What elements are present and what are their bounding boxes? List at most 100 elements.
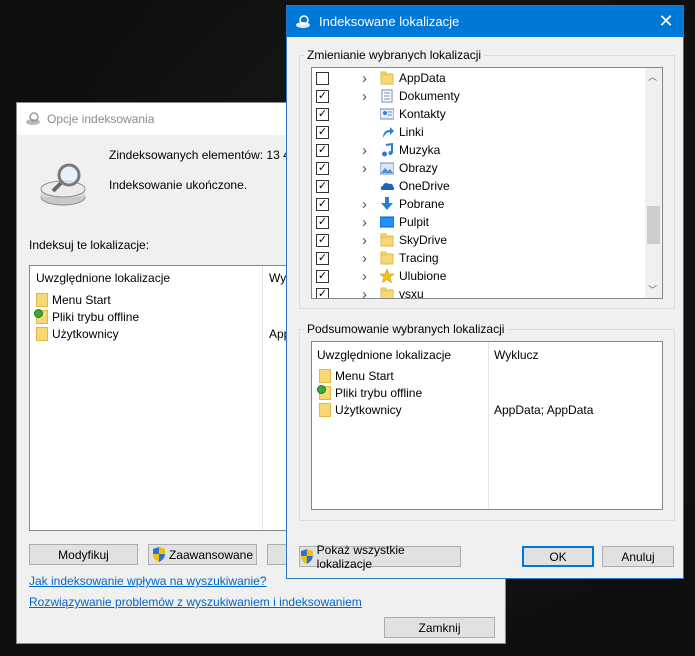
tree-item-label: Pobrane xyxy=(399,197,445,211)
checkbox[interactable]: ✓ xyxy=(316,251,329,265)
checkbox[interactable]: ✓ xyxy=(316,89,329,103)
tree-item-label: Tracing xyxy=(399,251,439,265)
tree-item-label: Kontakty xyxy=(399,107,446,121)
folder-icon xyxy=(380,71,394,85)
folder-icon xyxy=(319,368,331,383)
music-icon xyxy=(382,143,393,157)
tree-item[interactable]: ✓ › vsxu xyxy=(312,285,646,299)
tree-scrollbar[interactable]: ︿ ﹀ xyxy=(645,68,662,298)
locations-tree[interactable]: › AppData ✓ › Dokumenty ✓ Kontakty ✓ Linki ✓ › Muzy… xyxy=(311,67,663,299)
indexing-options-title: Opcje indeksowania xyxy=(47,112,155,126)
cancel-button[interactable]: Anuluj xyxy=(602,546,674,567)
tree-item[interactable]: ✓ › Obrazy xyxy=(312,159,646,177)
documents-icon xyxy=(381,89,393,103)
offline-files-icon xyxy=(317,384,331,400)
indexed-locations-titlebar[interactable]: Indeksowane lokalizacje ✕ xyxy=(287,6,683,37)
chevron-right-icon[interactable]: › xyxy=(362,232,372,249)
hidden-button-edge[interactable] xyxy=(267,544,287,565)
included-column-header[interactable]: Uwzględnione lokalizacje xyxy=(36,271,170,285)
change-locations-group-label: Zmienianie wybranych lokalizacji xyxy=(304,48,485,62)
list-item-label: Menu Start xyxy=(335,368,394,383)
list-item[interactable]: Użytkownicy xyxy=(36,325,119,342)
folder-icon xyxy=(380,233,394,247)
offline-files-icon xyxy=(34,308,48,324)
chevron-right-icon[interactable]: › xyxy=(362,286,372,299)
chevron-right-icon[interactable]: › xyxy=(362,88,372,105)
indexing-icon xyxy=(26,112,40,125)
tree-item-label: Obrazy xyxy=(399,161,438,175)
tree-item[interactable]: ✓ › Pulpit xyxy=(312,213,646,231)
summary-included-header[interactable]: Uwzględnione lokalizacje xyxy=(317,348,451,362)
links-icon xyxy=(383,127,394,138)
show-all-locations-label: Pokaż wszystkie lokalizacje xyxy=(316,542,405,571)
chevron-right-icon[interactable]: › xyxy=(362,70,372,87)
advanced-button-label: Zaawansowane xyxy=(168,547,254,562)
summary-group-label: Podsumowanie wybranych lokalizacji xyxy=(304,322,508,336)
tree-item[interactable]: ✓ Linki xyxy=(312,123,646,141)
contacts-icon xyxy=(380,108,394,120)
show-all-locations-button[interactable]: Pokaż wszystkie lokalizacje xyxy=(299,543,461,571)
checkbox[interactable]: ✓ xyxy=(316,107,329,121)
summary-exclude-header[interactable]: Wyklucz xyxy=(494,348,539,362)
chevron-right-icon[interactable]: › xyxy=(362,196,372,213)
troubleshoot-link[interactable]: Rozwiązywanie problemów z wyszukiwaniem … xyxy=(29,595,362,609)
chevron-right-icon[interactable]: › xyxy=(362,250,372,267)
checkbox[interactable]: ✓ xyxy=(316,197,329,211)
scroll-up-icon[interactable]: ︿ xyxy=(648,70,657,83)
list-item-exclude: AppData; AppData xyxy=(494,403,594,417)
shield-icon xyxy=(152,547,165,562)
how-indexing-affects-link[interactable]: Jak indeksowanie wpływa na wyszukiwanie? xyxy=(29,574,266,588)
tree-item[interactable]: ✓ › Dokumenty xyxy=(312,87,646,105)
shield-icon xyxy=(300,549,313,564)
list-item[interactable]: Menu Start xyxy=(319,367,394,384)
tree-item[interactable]: ✓ › Pobrane xyxy=(312,195,646,213)
checkbox[interactable]: ✓ xyxy=(316,215,329,229)
checkbox[interactable]: ✓ xyxy=(316,179,329,193)
summary-list[interactable]: Uwzględnione lokalizacje Wyklucz Menu St… xyxy=(311,341,663,510)
tree-item[interactable]: ✓ › Tracing xyxy=(312,249,646,267)
index-locations-list[interactable]: Uwzględnione lokalizacje Wyk Menu Start … xyxy=(29,265,291,531)
checkbox[interactable]: ✓ xyxy=(316,161,329,175)
tree-item[interactable]: ✓ OneDrive xyxy=(312,177,646,195)
tree-item[interactable]: ✓ › Ulubione xyxy=(312,267,646,285)
desktop-icon xyxy=(380,216,394,228)
tree-item-label: vsxu xyxy=(399,287,424,299)
chevron-right-icon[interactable]: › xyxy=(362,214,372,231)
folder-icon xyxy=(319,402,331,417)
list-item[interactable]: Użytkownicy xyxy=(319,401,402,418)
advanced-button[interactable]: Zaawansowane xyxy=(148,544,257,565)
checkbox[interactable]: ✓ xyxy=(316,143,329,157)
scroll-thumb[interactable] xyxy=(647,206,660,244)
tree-item-label: SkyDrive xyxy=(399,233,448,247)
tree-item[interactable]: ✓ Kontakty xyxy=(312,105,646,123)
list-item-label: Pliki trybu offline xyxy=(52,309,140,324)
chevron-right-icon[interactable]: › xyxy=(362,268,372,285)
ok-button[interactable]: OK xyxy=(522,546,594,567)
chevron-right-icon[interactable]: › xyxy=(362,160,372,177)
tree-item[interactable]: ✓ › SkyDrive xyxy=(312,231,646,249)
list-item[interactable]: Pliki trybu offline xyxy=(317,384,422,401)
tree-item-label: Pulpit xyxy=(399,215,430,229)
checkbox[interactable] xyxy=(316,71,329,85)
pictures-icon xyxy=(380,162,394,175)
close-button[interactable]: Zamknij xyxy=(384,617,495,638)
folder-icon xyxy=(36,292,48,307)
indexed-locations-dialog: Indeksowane lokalizacje ✕ Zmienianie wyb… xyxy=(286,5,684,579)
close-icon[interactable]: ✕ xyxy=(649,6,683,37)
scroll-down-icon[interactable]: ﹀ xyxy=(648,283,657,296)
indexed-count-label: Zindeksowanych elementów: 13 483 xyxy=(109,148,304,162)
chevron-right-icon[interactable]: › xyxy=(362,142,372,159)
checkbox[interactable]: ✓ xyxy=(316,287,329,298)
tree-item[interactable]: ✓ › Muzyka xyxy=(312,141,646,159)
tree-item[interactable]: › AppData xyxy=(312,69,646,87)
onedrive-icon xyxy=(380,182,394,190)
list-item-label: Użytkownicy xyxy=(52,326,119,341)
modify-button[interactable]: Modyfikuj xyxy=(29,544,138,565)
checkbox[interactable]: ✓ xyxy=(316,125,329,139)
list-item[interactable]: Menu Start xyxy=(36,291,111,308)
tree-item-label: Ulubione xyxy=(399,269,447,283)
list-item-label: Menu Start xyxy=(52,292,111,307)
list-item[interactable]: Pliki trybu offline xyxy=(34,308,140,325)
checkbox[interactable]: ✓ xyxy=(316,269,329,283)
checkbox[interactable]: ✓ xyxy=(316,233,329,247)
